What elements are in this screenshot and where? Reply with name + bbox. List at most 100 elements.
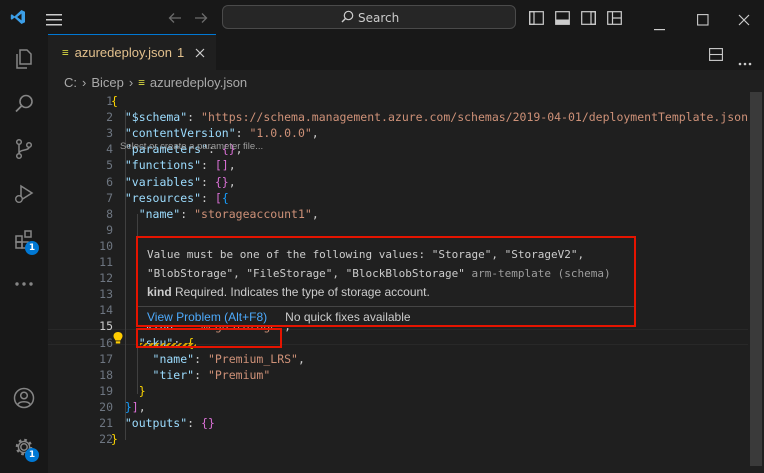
- code-line[interactable]: 20 }],: [48, 399, 748, 415]
- toggle-panel-icon[interactable]: [555, 10, 570, 29]
- code-token: ,: [297, 351, 305, 366]
- hover-source: arm-template (schema): [471, 267, 611, 280]
- code-token: {: [111, 94, 118, 108]
- hover-detail-text: Required. Indicates the type of storage …: [175, 285, 430, 299]
- code-token: "storageaccount1": [194, 206, 312, 221]
- line-number: 7: [106, 190, 113, 205]
- line-number: 8: [106, 206, 113, 221]
- hover-actions: View Problem (Alt+F8) No quick fixes ava…: [147, 310, 411, 324]
- view-problem-link[interactable]: View Problem (Alt+F8): [147, 310, 267, 324]
- line-number: 16: [99, 335, 113, 350]
- close-tab-icon[interactable]: [195, 48, 205, 58]
- code-line[interactable]: 1{: [48, 93, 748, 109]
- forward-arrow-icon[interactable]: [194, 10, 208, 29]
- code-token: :: [201, 190, 215, 205]
- split-editor-icon[interactable]: [709, 46, 723, 65]
- title-bar: Search: [0, 0, 764, 34]
- code-line[interactable]: 18 "tier": "Premium": [48, 367, 748, 383]
- search-icon[interactable]: [0, 84, 48, 124]
- files-icon[interactable]: [0, 39, 48, 79]
- line-number: 22: [99, 432, 113, 447]
- ellipsis-icon[interactable]: [0, 264, 48, 304]
- code-line[interactable]: 8 "name": "storageaccount1",: [48, 206, 748, 222]
- vertical-scrollbar[interactable]: [748, 92, 764, 473]
- code-token: []: [214, 158, 229, 173]
- code-line[interactable]: 7 "resources": [{: [48, 190, 748, 206]
- gear-icon[interactable]: 1: [0, 427, 48, 467]
- breadcrumb-drive[interactable]: C:: [64, 75, 77, 90]
- breadcrumb-folder[interactable]: Bicep: [91, 75, 124, 90]
- tab-bar: ≡ azuredeploy.json 1: [48, 34, 764, 70]
- code-line[interactable]: 21 "outputs": {}: [48, 415, 748, 431]
- manage-badge: 1: [25, 448, 39, 462]
- chevron-right-icon: ›: [82, 74, 87, 90]
- code-token: :: [235, 126, 250, 141]
- line-number: 5: [106, 158, 113, 173]
- customize-layout-icon[interactable]: [607, 10, 622, 29]
- hover-detail-keyword: kind: [147, 285, 172, 299]
- code-token: {: [221, 190, 229, 205]
- code-line[interactable]: 17 "name": "Premium_LRS",: [48, 351, 748, 367]
- line-number: 19: [99, 383, 113, 398]
- back-arrow-icon[interactable]: [168, 10, 182, 29]
- search-icon: [341, 10, 354, 26]
- line-number: 13: [99, 287, 113, 302]
- source-control-icon[interactable]: [0, 129, 48, 169]
- line-number: 6: [106, 174, 113, 189]
- line-number: 20: [99, 399, 113, 414]
- breadcrumb-file[interactable]: azuredeploy.json: [150, 75, 247, 90]
- code-line[interactable]: 3 "contentVersion": "1.0.0.0",: [48, 125, 748, 141]
- code-token: }: [111, 399, 132, 414]
- codelens-parameter-file[interactable]: Select or create a parameter file...: [120, 141, 263, 152]
- code-text: "resources": [{: [111, 190, 229, 206]
- code-token: }: [111, 383, 146, 398]
- code-token: ,: [138, 399, 146, 414]
- line-number: 18: [99, 367, 113, 382]
- line-number: 17: [99, 351, 113, 366]
- run-debug-icon[interactable]: [0, 174, 48, 214]
- line-number: 10: [99, 238, 113, 253]
- code-text: "outputs": {}: [111, 415, 215, 431]
- code-token: "Premium": [207, 367, 271, 382]
- code-line[interactable]: 5 "functions": [],: [48, 157, 748, 173]
- close-icon[interactable]: [738, 11, 750, 30]
- toggle-secondary-sidebar-icon[interactable]: [581, 10, 596, 29]
- code-token: }: [111, 432, 118, 447]
- code-token: "https://schema.management.azure.com/sch…: [201, 110, 762, 125]
- line-number: 12: [99, 271, 113, 286]
- code-line[interactable]: 2 "$schema": "https://schema.management.…: [48, 109, 764, 125]
- code-line[interactable]: 6 "variables": {},: [48, 174, 748, 190]
- more-actions-icon[interactable]: [738, 51, 752, 70]
- tab-azuredeploy-json[interactable]: ≡ azuredeploy.json 1: [48, 34, 216, 70]
- scrollbar-thumb[interactable]: [750, 92, 762, 466]
- code-token: :: [180, 206, 195, 221]
- code-text: "tier": "Premium": [111, 367, 271, 383]
- code-line[interactable]: 19 }: [48, 383, 748, 399]
- code-token: "outputs": [111, 416, 188, 430]
- hover-tooltip: Value must be one of the following value…: [136, 236, 636, 327]
- minimize-icon[interactable]: [654, 16, 666, 35]
- code-text: "name": "storageaccount1",: [111, 206, 319, 222]
- code-token: "tier": [111, 367, 195, 382]
- lightbulb-icon[interactable]: [112, 330, 124, 349]
- code-token: {}: [214, 174, 229, 189]
- code-token: :: [194, 367, 208, 382]
- code-token: :: [194, 351, 208, 366]
- code-text: "contentVersion": "1.0.0.0",: [111, 125, 319, 141]
- maximize-icon[interactable]: [697, 11, 709, 30]
- line-number: 15: [99, 319, 113, 334]
- toggle-primary-sidebar-icon[interactable]: [529, 10, 544, 29]
- hover-divider: [138, 306, 634, 307]
- code-line[interactable]: 22}: [48, 431, 748, 447]
- account-icon[interactable]: [0, 378, 48, 418]
- code-token: :: [187, 416, 202, 430]
- menu-icon[interactable]: [46, 11, 62, 30]
- extensions-icon[interactable]: 1: [0, 219, 48, 259]
- code-token: :: [201, 158, 215, 173]
- code-text: "$schema": "https://schema.management.az…: [111, 109, 764, 125]
- code-token: ,: [228, 158, 236, 173]
- line-number: 4: [106, 142, 113, 157]
- search-box[interactable]: Search: [222, 5, 516, 29]
- indent-guide: [125, 110, 126, 440]
- code-token: {}: [201, 416, 215, 430]
